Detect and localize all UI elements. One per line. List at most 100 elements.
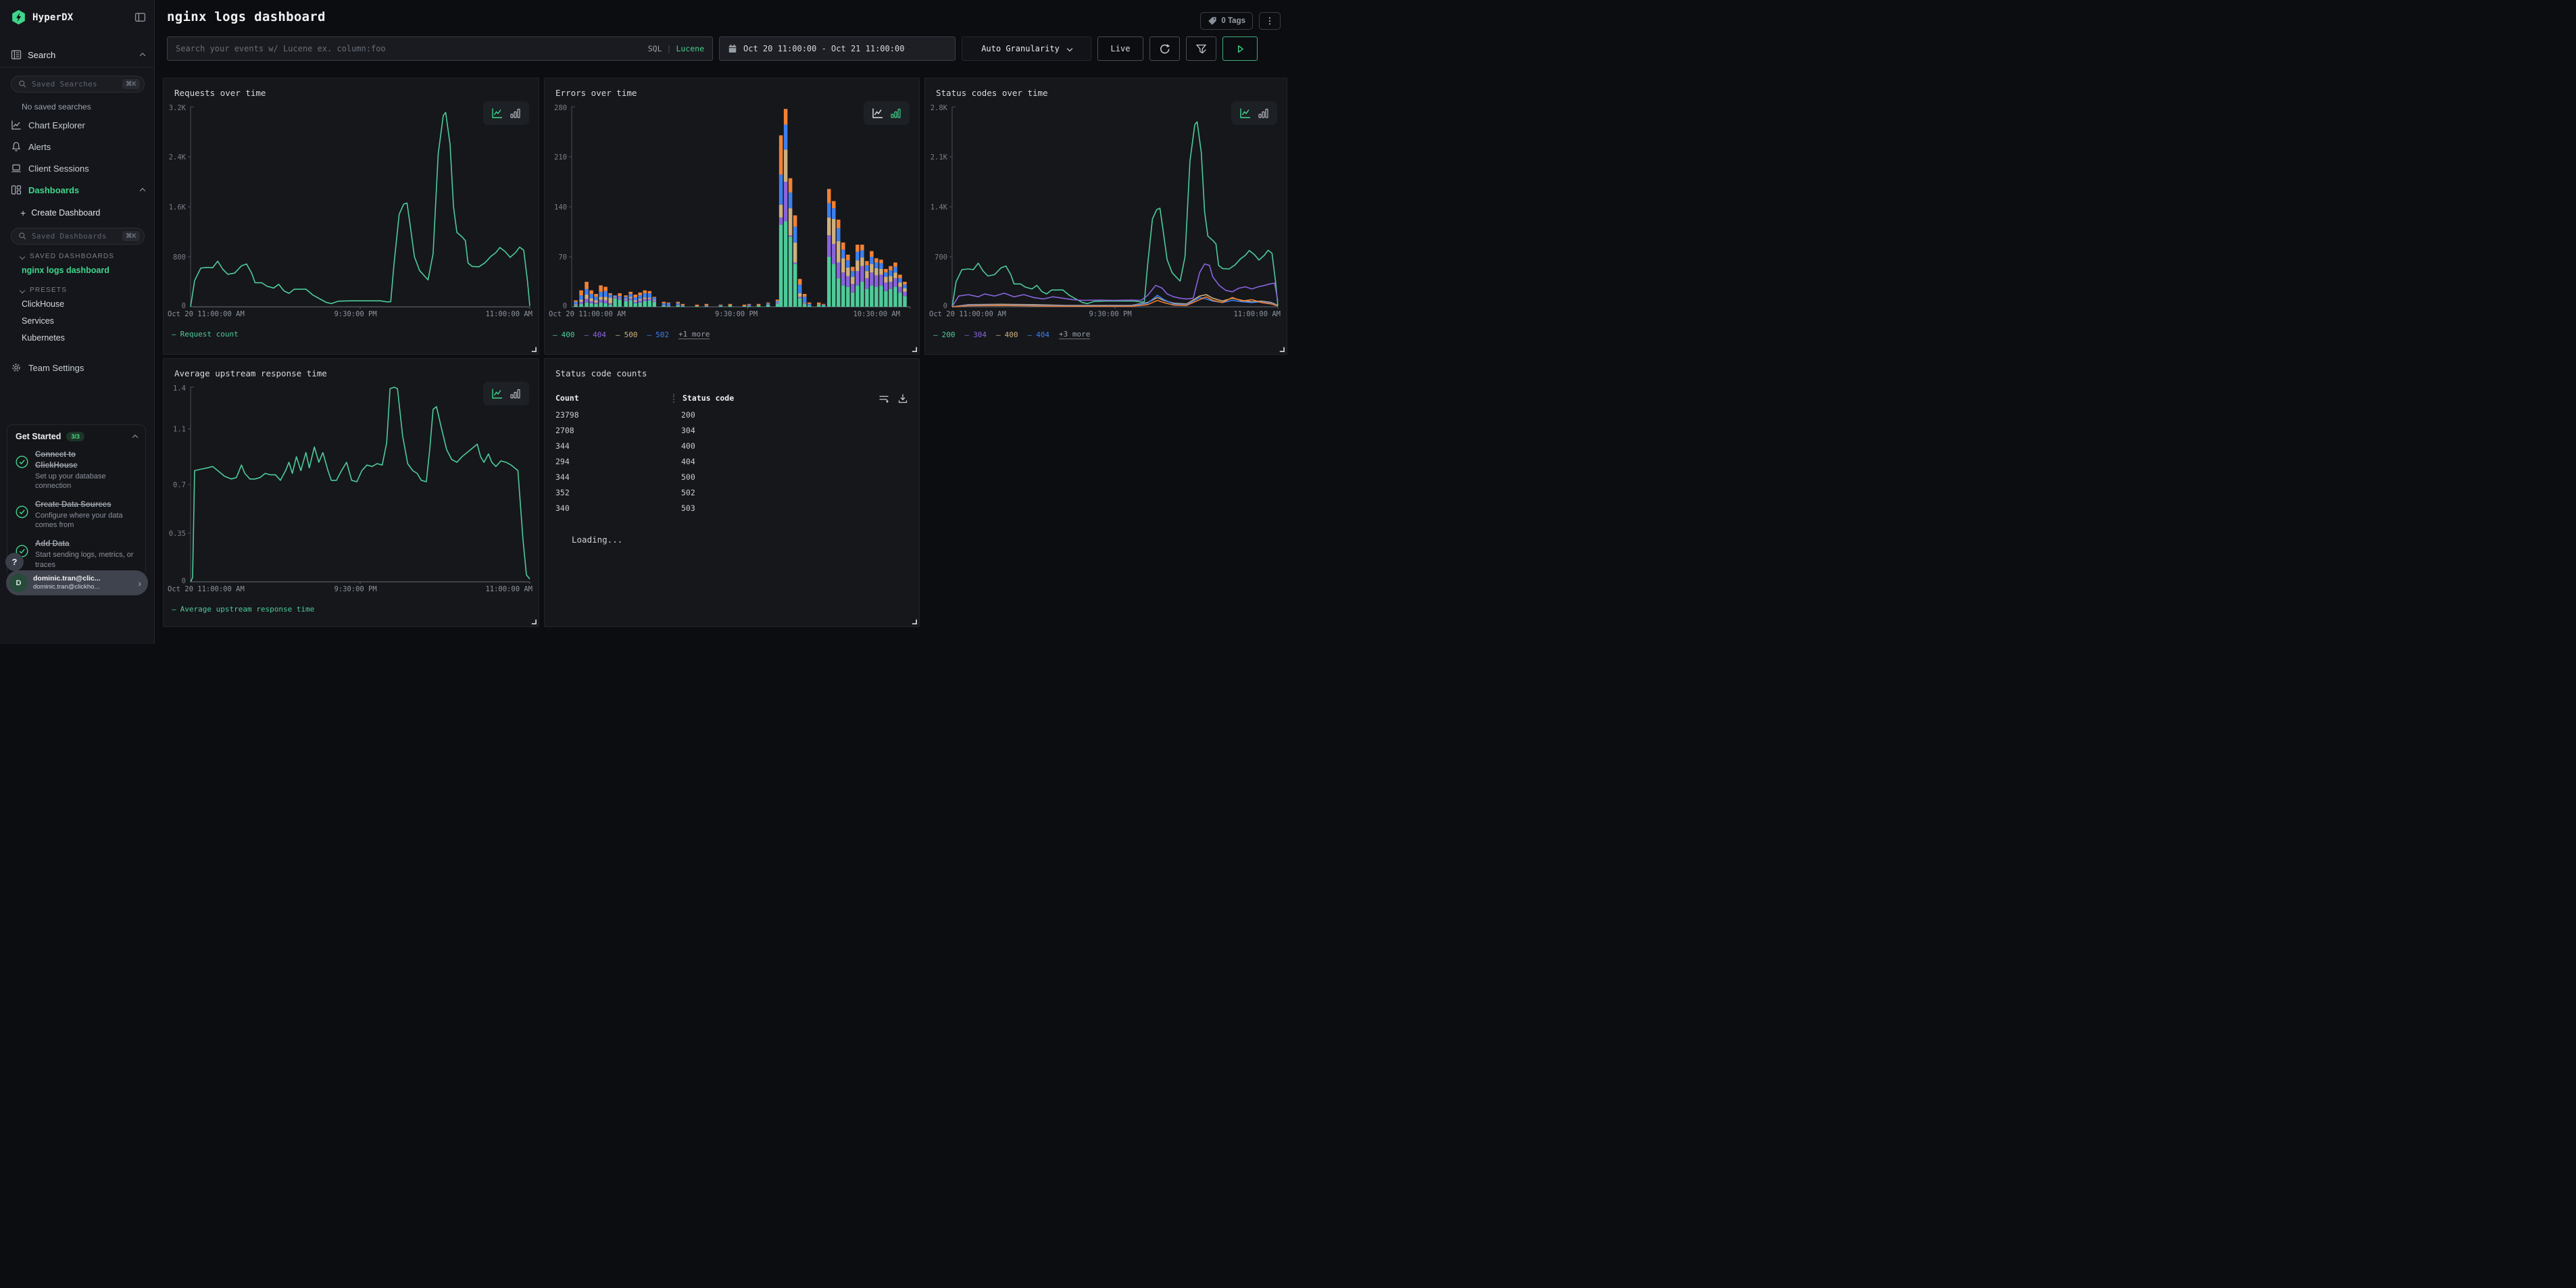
status-codes-line-chart[interactable]: 07001.4K2.1K2.8K bbox=[928, 101, 1283, 309]
table-row[interactable]: 2708304 bbox=[555, 422, 908, 438]
legend-item[interactable]: —200 bbox=[933, 330, 956, 339]
saved-searches-input[interactable]: Saved Searches ⌘K bbox=[11, 76, 145, 93]
line-chart-toggle-icon[interactable] bbox=[872, 107, 883, 119]
get-started-item[interactable]: Connect to ClickHouse Set up your databa… bbox=[16, 450, 137, 491]
sidebar-item-client-sessions[interactable]: Client Sessions bbox=[0, 157, 154, 179]
dashboards-icon bbox=[11, 184, 22, 195]
sidebar-item-services[interactable]: Services bbox=[0, 312, 154, 329]
table-row[interactable]: 344400 bbox=[555, 438, 908, 453]
brand-name: HyperDX bbox=[32, 12, 73, 23]
filter-button[interactable] bbox=[1186, 36, 1216, 61]
chart-type-toggle bbox=[483, 101, 529, 125]
sidebar-collapse-button[interactable] bbox=[134, 11, 146, 23]
line-chart-toggle-icon[interactable] bbox=[491, 107, 503, 119]
sidebar-item-kubernetes[interactable]: Kubernetes bbox=[0, 329, 154, 346]
get-started-item-desc: Start sending logs, metrics, or traces bbox=[35, 550, 137, 570]
saved-dashboards-input[interactable]: Saved Dashboards ⌘K bbox=[11, 228, 145, 245]
get-started-item[interactable]: Add Data Start sending logs, metrics, or… bbox=[16, 539, 137, 570]
table-row[interactable]: 352502 bbox=[555, 485, 908, 500]
bar-chart-toggle-icon[interactable] bbox=[1258, 107, 1269, 119]
bar-chart-toggle-icon[interactable] bbox=[510, 388, 521, 399]
dashboard-menu-button[interactable] bbox=[1259, 12, 1281, 30]
run-query-button[interactable] bbox=[1222, 36, 1258, 61]
sidebar-item-alerts[interactable]: Alerts bbox=[0, 136, 154, 157]
legend-more-link[interactable]: +3 more bbox=[1059, 330, 1090, 339]
saved-searches-placeholder: Saved Searches bbox=[32, 80, 118, 89]
download-icon[interactable] bbox=[897, 393, 908, 404]
resize-handle[interactable] bbox=[530, 618, 537, 624]
legend-item[interactable]: —404 bbox=[1028, 330, 1050, 339]
sql-toggle[interactable]: SQL bbox=[648, 44, 662, 53]
sidebar-section-search[interactable]: Search bbox=[0, 43, 154, 67]
create-dashboard-button[interactable]: + Create Dashboard bbox=[0, 201, 154, 220]
table-row[interactable]: 23798200 bbox=[555, 407, 908, 422]
sidebar-item-clickhouse[interactable]: ClickHouse bbox=[0, 295, 154, 312]
presets-group[interactable]: PRESETS bbox=[0, 278, 154, 295]
legend-item[interactable]: —400 bbox=[553, 330, 575, 339]
sidebar-section-search-label: Search bbox=[28, 50, 55, 60]
get-started-item[interactable]: Create Data Sources Configure where your… bbox=[16, 500, 137, 530]
svg-text:210: 210 bbox=[554, 153, 567, 162]
svg-text:0: 0 bbox=[563, 302, 567, 309]
column-header-status-code[interactable]: Status code bbox=[683, 393, 734, 403]
toolbar: Search your events w/ Lucene ex. column:… bbox=[155, 30, 1289, 61]
event-search-input[interactable]: Search your events w/ Lucene ex. column:… bbox=[167, 36, 713, 61]
sidebar-item-nginx-logs-dashboard[interactable]: nginx logs dashboard bbox=[0, 262, 154, 278]
status-code-cell: 500 bbox=[681, 472, 695, 482]
lucene-toggle[interactable]: Lucene bbox=[676, 44, 704, 53]
legend-item[interactable]: —Request count bbox=[172, 330, 239, 339]
table-row[interactable]: 340503 bbox=[555, 500, 908, 516]
requests-line-chart[interactable]: 08001.6K2.4K3.2K bbox=[166, 101, 535, 309]
granularity-value: Auto Granularity bbox=[981, 44, 1060, 53]
date-range-picker[interactable]: Oct 20 11:00:00 - Oct 21 11:00:00 bbox=[719, 36, 956, 61]
legend-item[interactable]: —404 bbox=[585, 330, 607, 339]
legend-more-link[interactable]: +1 more bbox=[678, 330, 710, 339]
line-chart-toggle-icon[interactable] bbox=[491, 388, 503, 399]
help-button[interactable]: ? bbox=[5, 553, 24, 571]
refresh-button[interactable] bbox=[1149, 36, 1180, 61]
table-row[interactable]: 294404 bbox=[555, 453, 908, 469]
avg-upstream-line-chart[interactable]: 00.350.71.11.4 bbox=[166, 381, 535, 584]
legend-item[interactable]: —304 bbox=[965, 330, 987, 339]
legend-swatch: — bbox=[647, 330, 652, 339]
sidebar-item-dashboards[interactable]: Dashboards bbox=[0, 179, 154, 201]
line-chart-toggle-icon[interactable] bbox=[1239, 107, 1251, 119]
svg-text:2.4K: 2.4K bbox=[169, 153, 187, 162]
live-button[interactable]: Live bbox=[1097, 36, 1143, 61]
column-header-count[interactable]: Count bbox=[555, 393, 673, 403]
count-cell: 2708 bbox=[555, 426, 681, 435]
resize-handle[interactable] bbox=[1279, 346, 1285, 352]
bar-chart-toggle-icon[interactable] bbox=[890, 107, 901, 119]
x-axis-tick-label: 11:00:00 AM bbox=[1233, 310, 1281, 318]
chevron-up-icon[interactable] bbox=[132, 435, 138, 440]
column-separator[interactable] bbox=[673, 394, 674, 403]
x-axis-tick-label: 9:30:00 PM bbox=[1089, 310, 1131, 318]
tags-button[interactable]: 0 Tags bbox=[1200, 12, 1253, 30]
sidebar-item-chart-explorer[interactable]: Chart Explorer bbox=[0, 114, 154, 136]
wrap-lines-icon[interactable] bbox=[878, 393, 889, 404]
tags-label: 0 Tags bbox=[1221, 17, 1245, 25]
bar-chart-toggle-icon[interactable] bbox=[510, 107, 521, 119]
table-row[interactable]: 344500 bbox=[555, 469, 908, 485]
svg-text:0.7: 0.7 bbox=[173, 481, 186, 489]
chart-type-toggle bbox=[1231, 101, 1277, 125]
errors-stacked-bar-chart[interactable]: 070140210280 bbox=[547, 101, 915, 309]
svg-text:0.35: 0.35 bbox=[169, 530, 186, 538]
legend-item[interactable]: —502 bbox=[647, 330, 670, 339]
legend-item[interactable]: —400 bbox=[996, 330, 1018, 339]
bell-icon bbox=[11, 141, 22, 152]
legend-swatch: — bbox=[996, 330, 1001, 339]
resize-handle[interactable] bbox=[530, 346, 537, 352]
legend-item[interactable]: —Average upstream response time bbox=[172, 605, 314, 614]
sidebar-item-team-settings[interactable]: Team Settings bbox=[0, 357, 154, 378]
granularity-select[interactable]: Auto Granularity bbox=[962, 36, 1091, 61]
resize-handle[interactable] bbox=[911, 346, 917, 352]
panel-status-codes-over-time: Status codes over time 07001.4K2.1K2.8K … bbox=[924, 78, 1287, 355]
saved-dashboards-group[interactable]: SAVED DASHBOARDS bbox=[0, 245, 154, 262]
legend-item[interactable]: —500 bbox=[616, 330, 638, 339]
svg-text:0: 0 bbox=[943, 302, 947, 309]
user-menu[interactable]: D dominic.tran@clic... dominic.tran@clic… bbox=[6, 570, 148, 595]
date-range-value: Oct 20 11:00:00 - Oct 21 11:00:00 bbox=[743, 44, 904, 53]
count-cell: 294 bbox=[555, 457, 681, 466]
resize-handle[interactable] bbox=[911, 618, 917, 624]
